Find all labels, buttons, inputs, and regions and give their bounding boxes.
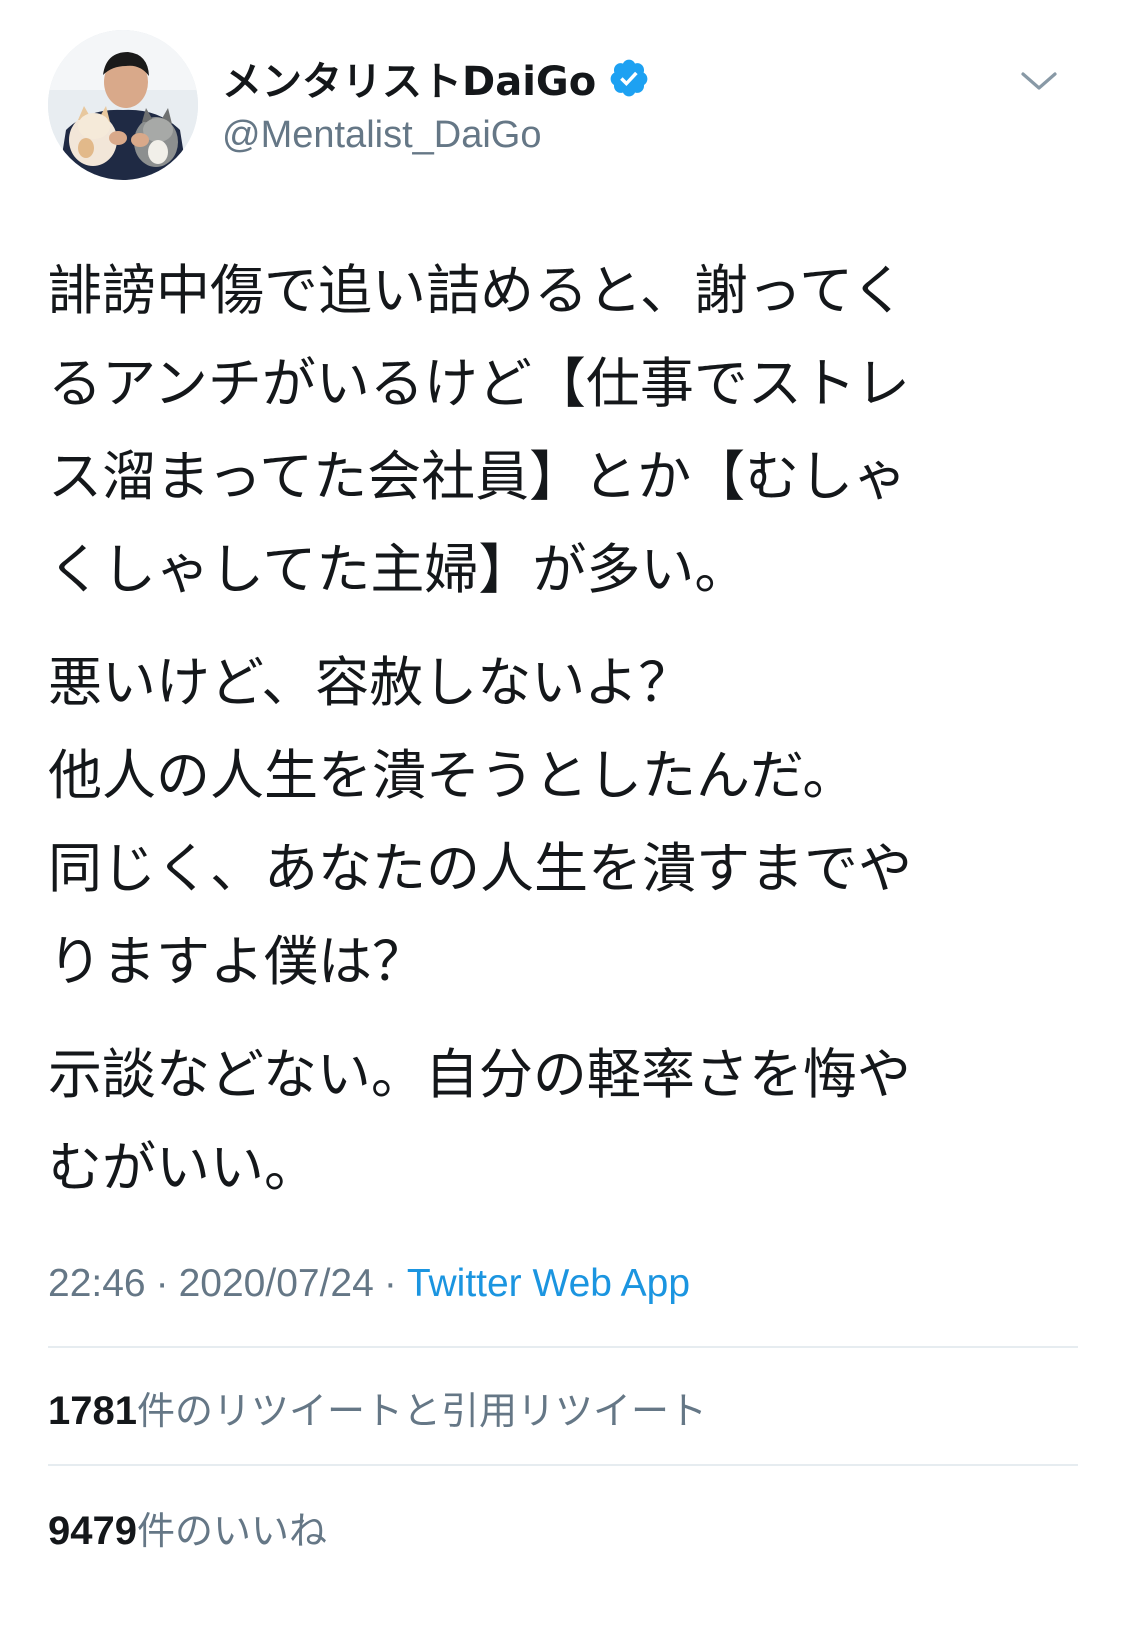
- user-name-block[interactable]: メンタリストDaiGo @Mentalist_DaiGo: [222, 48, 650, 157]
- avatar[interactable]: [48, 30, 198, 180]
- tweet-date[interactable]: 2020/07/24: [179, 1262, 374, 1305]
- meta-separator: ·: [155, 1262, 169, 1305]
- tweet-line: 同じく、あなたの人生を潰すまでや: [48, 837, 912, 900]
- meta-separator: ·: [383, 1262, 397, 1305]
- avatar-image: [48, 30, 198, 180]
- display-name[interactable]: メンタリストDaiGo: [222, 49, 596, 107]
- tweet-line: るアンチがいるけど【仕事でストレ: [48, 352, 910, 415]
- tweet-line: むがいい。: [48, 1136, 318, 1199]
- user-handle[interactable]: @Mentalist_DaiGo: [222, 114, 650, 157]
- tweet-header: メンタリストDaiGo @Mentalist_DaiGo: [0, 0, 1125, 200]
- divider: [48, 1346, 1078, 1348]
- tweet-line: ス溜まってた会社員】とか【むしゃ: [48, 445, 908, 508]
- tweet-meta: 22:46 · 2020/07/24 · Twitter Web App: [48, 1262, 690, 1306]
- likes-stat[interactable]: 9479件のいいね: [48, 1500, 327, 1555]
- tweet-paragraph: 示談などない。自分の軽率さを悔や むがいい。: [48, 1028, 1058, 1214]
- tweet-paragraph: 悪いけど、容赦しないよ？ 他人の人生を潰そうとしたんだ。 同じく、あなたの人生を…: [48, 636, 1058, 1008]
- like-count: 9479: [48, 1509, 137, 1553]
- display-name-row: メンタリストDaiGo: [222, 48, 650, 108]
- tweet-time[interactable]: 22:46: [48, 1262, 146, 1305]
- divider: [48, 1464, 1078, 1466]
- tweet-line: 悪いけど、容赦しないよ？: [48, 651, 693, 714]
- retweets-stat[interactable]: 1781件のリツイートと引用リツイート: [48, 1380, 707, 1435]
- tweet-line: くしゃしてた主婦】が多い。: [48, 538, 749, 601]
- like-label: 件のいいね: [136, 1509, 327, 1553]
- chevron-down-icon[interactable]: [1017, 66, 1061, 96]
- verified-badge-icon: [608, 57, 650, 99]
- tweet-line: 示談などない。自分の軽率さを悔や: [48, 1043, 911, 1106]
- tweet-text: 誹謗中傷で追い詰めると、謝ってく るアンチがいるけど【仕事でストレ ス溜まってた…: [48, 244, 1058, 1234]
- tweet-line: 誹謗中傷で追い詰めると、謝ってく: [48, 259, 906, 322]
- tweet-source-link[interactable]: Twitter Web App: [407, 1262, 690, 1305]
- tweet-line: 他人の人生を潰そうとしたんだ。: [48, 744, 857, 807]
- retweet-label: 件のリツイートと引用リツイート: [136, 1389, 707, 1433]
- retweet-count: 1781: [48, 1389, 137, 1433]
- tweet-line: りますよ僕は？: [48, 930, 426, 993]
- tweet-paragraph: 誹謗中傷で追い詰めると、謝ってく るアンチがいるけど【仕事でストレ ス溜まってた…: [48, 244, 1058, 616]
